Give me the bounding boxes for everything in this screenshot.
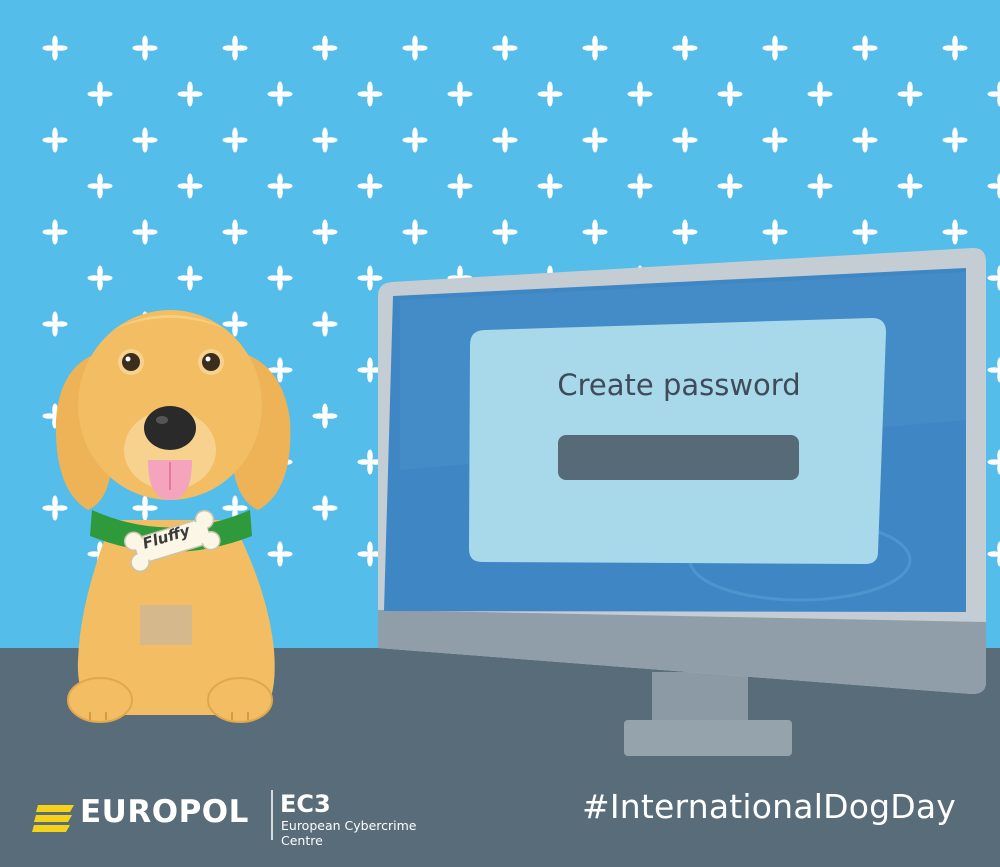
ec3-subtitle: European Cybercrime Centre (281, 818, 417, 848)
hashtag-text: #InternationalDogDay (582, 787, 956, 826)
dog-eye-left (122, 353, 140, 371)
europol-logo-icon (32, 805, 74, 832)
dog-eye-right (202, 353, 220, 371)
dog-nose (144, 406, 196, 450)
dialog-title: Create password (557, 368, 801, 402)
ec3-label: EC3 (280, 790, 331, 818)
illustration: EUROPOL EC3 European Cybercrime Centre #… (0, 0, 1000, 867)
scene-graphic (0, 0, 1000, 867)
password-field[interactable] (558, 435, 799, 480)
europol-wordmark: EUROPOL (80, 794, 249, 830)
